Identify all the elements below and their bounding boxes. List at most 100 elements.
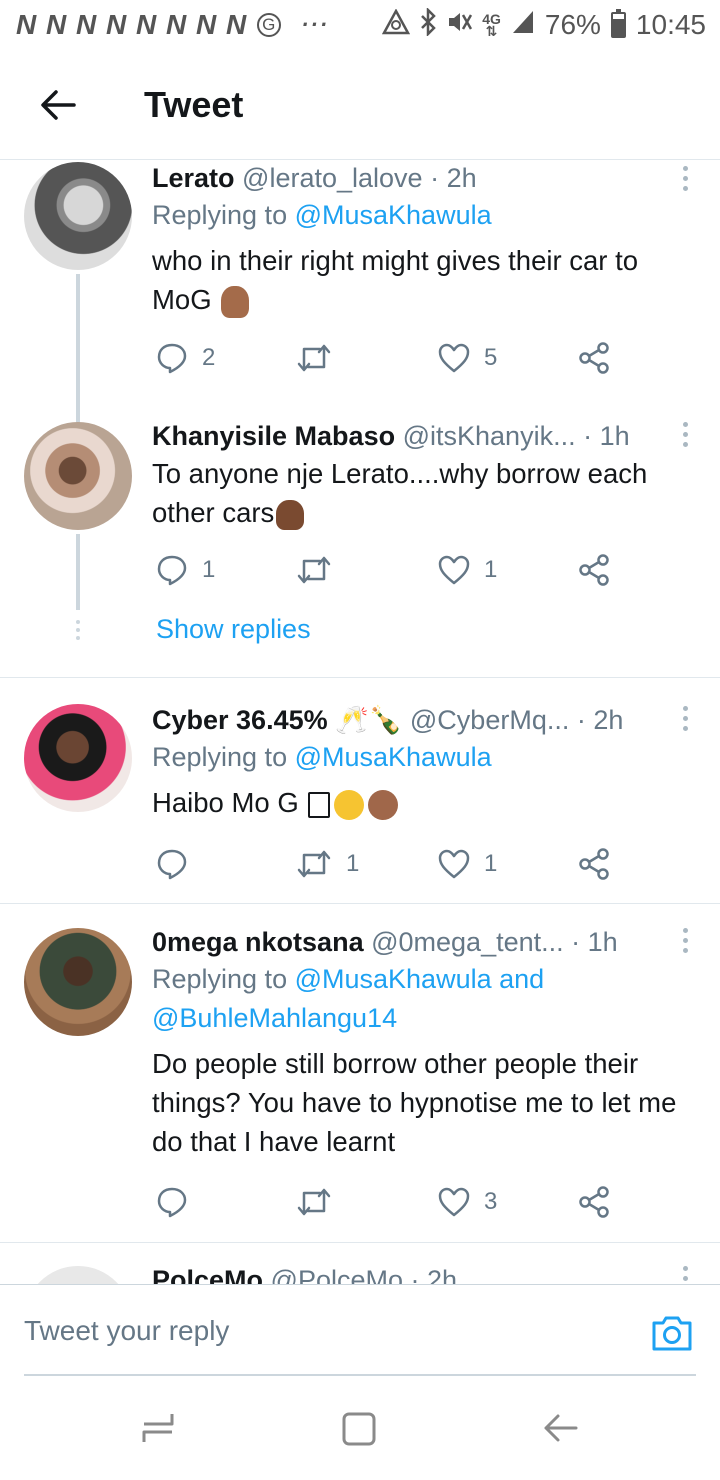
retweet-icon [297, 850, 331, 878]
thread-dots [75, 620, 81, 644]
like-button[interactable]: 1 [438, 550, 497, 590]
author-name[interactable]: 0mega nkotsana [152, 927, 364, 957]
more-options-icon[interactable] [680, 166, 690, 196]
like-count: 1 [484, 850, 498, 877]
retweet-button[interactable] [296, 550, 346, 590]
header: Tweet [0, 50, 720, 160]
reply-input[interactable] [24, 1307, 624, 1355]
show-replies-link[interactable]: Show replies [156, 614, 311, 645]
more-options-icon[interactable] [680, 928, 690, 958]
author-name[interactable]: Cyber 36.45% [152, 705, 328, 735]
home-button[interactable] [338, 1408, 382, 1448]
tweet-item[interactable]: Khanyisile Mabaso @itsKhanyik... · 1h To… [0, 418, 720, 668]
tweet-actions: 1 1 [152, 844, 632, 884]
author-name[interactable]: Khanyisile Mabaso [152, 421, 395, 451]
g-icon: G [257, 13, 282, 37]
divider [0, 903, 720, 904]
notification-n-icons: N N N N N N N N [16, 9, 248, 40]
tweet-text: who in their right might gives their car… [152, 241, 694, 319]
reply-icon [157, 343, 187, 374]
battery-percent: 76% [544, 9, 601, 40]
retweet-icon [297, 344, 331, 372]
share-icon [579, 848, 609, 880]
avatar[interactable] [24, 422, 132, 530]
page-title: Tweet [144, 83, 244, 125]
tweet-meta: Cyber 36.45% 🥂🍾 @CyberMq... · 2h [152, 702, 694, 738]
retweet-button[interactable]: 1 [296, 844, 359, 884]
avatar[interactable] [24, 928, 132, 1036]
reply-composer [0, 1284, 720, 1376]
data-saver-icon [382, 7, 411, 42]
author-name[interactable]: PolceMo [152, 1265, 263, 1284]
recents-button[interactable] [138, 1408, 182, 1448]
like-button[interactable]: 3 [438, 1182, 497, 1222]
like-count: 5 [484, 344, 498, 371]
back-button[interactable] [28, 75, 88, 135]
home-icon [342, 1412, 376, 1446]
reply-icon [157, 1187, 187, 1218]
author-name[interactable]: Lerato [152, 163, 235, 193]
reply-button[interactable]: 2 [156, 338, 215, 378]
author-handle: @CyberMq... [409, 705, 570, 735]
tweet-item[interactable]: Cyber 36.45% 🥂🍾 @CyberMq... · 2h Replyin… [0, 702, 720, 902]
tweet-item[interactable]: 0mega nkotsana @0mega_tent... · 1h Reply… [0, 924, 720, 1234]
tweet-meta: Khanyisile Mabaso @itsKhanyik... · 1h [152, 418, 694, 454]
more-options-icon[interactable] [680, 1266, 690, 1284]
divider [0, 1242, 720, 1243]
tweet-actions: 2 5 [152, 338, 632, 378]
heart-icon [438, 343, 470, 373]
retweet-icon [297, 556, 331, 584]
shrug-emoji-icon [276, 499, 305, 530]
retweet-count: 1 [346, 850, 360, 877]
tweet-meta: PolceMo @PolceMo · 2h [152, 1262, 694, 1284]
tweet-time: · 2h [576, 705, 624, 735]
reply-button[interactable]: 1 [156, 550, 215, 590]
reply-button[interactable] [156, 844, 202, 884]
retweet-icon [297, 1188, 331, 1216]
heart-icon [438, 849, 470, 879]
author-handle: @lerato_lalove [242, 163, 423, 193]
recents-icon [142, 1414, 174, 1442]
retweet-button[interactable] [296, 1182, 346, 1222]
tweet-meta: 0mega nkotsana @0mega_tent... · 1h [152, 924, 694, 960]
share-button[interactable] [578, 1182, 610, 1222]
camera-button[interactable] [650, 1313, 694, 1353]
retweet-button[interactable] [296, 338, 346, 378]
mention-link[interactable]: @MusaKhawula [295, 742, 492, 772]
share-button[interactable] [578, 550, 610, 590]
mention-link[interactable]: @MusaKhawula [295, 200, 492, 230]
share-button[interactable] [578, 338, 610, 378]
author-handle: @PolceMo [270, 1265, 404, 1284]
more-options-icon[interactable] [680, 422, 690, 452]
author-handle: @itsKhanyik... [402, 421, 576, 451]
share-button[interactable] [578, 844, 610, 884]
like-count: 1 [484, 556, 498, 583]
like-button[interactable]: 1 [438, 844, 497, 884]
system-back-button[interactable] [540, 1408, 584, 1448]
avatar[interactable] [24, 704, 132, 812]
notification-icons: N N N N N N N N G ··· [16, 9, 329, 41]
share-icon [579, 342, 609, 374]
tweet-item[interactable]: PolceMo @PolceMo · 2h [0, 1262, 720, 1284]
tweet-text: Haibo Mo G [152, 783, 694, 822]
heart-icon [438, 1187, 470, 1217]
avatar[interactable] [24, 1266, 132, 1284]
reply-icon [157, 849, 187, 880]
more-options-icon[interactable] [680, 706, 690, 736]
share-icon [579, 554, 609, 586]
replying-to: Replying to @MusaKhawula [152, 200, 492, 230]
see-no-evil-monkey-emoji-icon [368, 789, 399, 820]
facepalm-emoji-icon [221, 285, 250, 318]
avatar[interactable] [24, 162, 132, 270]
tweet-time: · 1h [583, 421, 630, 451]
missing-glyph-icon [308, 791, 331, 818]
tweet-time: · 2h [410, 1265, 458, 1284]
replying-to: Replying to @MusaKhawula and @BuhleMahla… [152, 964, 545, 1033]
tweet-meta: Lerato @lerato_lalove · 2h [152, 160, 694, 196]
more-notifications-icon: ··· [301, 12, 330, 37]
tweet-item[interactable]: Lerato @lerato_lalove · 2h Replying to @… [0, 160, 720, 529]
heart-icon [438, 555, 470, 585]
reply-button[interactable] [156, 1182, 202, 1222]
like-button[interactable]: 5 [438, 338, 497, 378]
clock: 10:45 [635, 9, 706, 40]
